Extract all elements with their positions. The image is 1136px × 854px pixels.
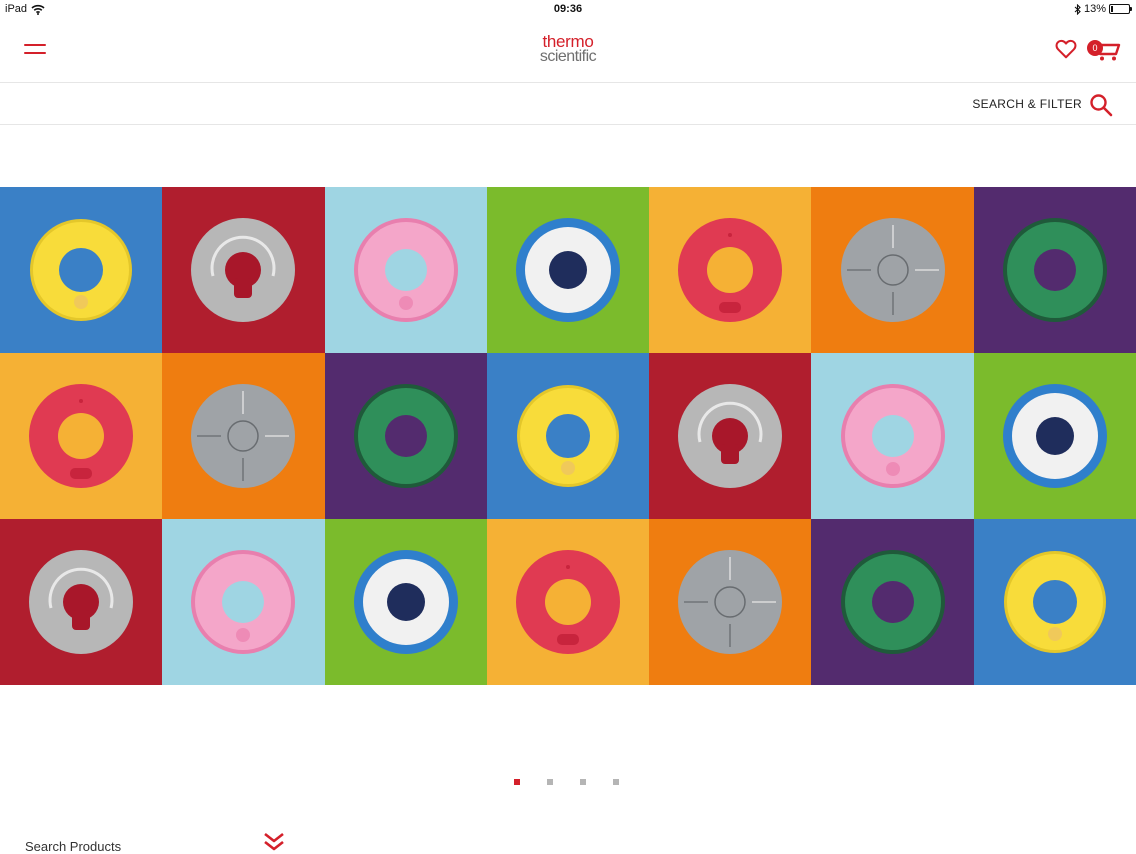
double-chevron-down-icon[interactable] <box>263 832 285 852</box>
app-header: thermo scientific 0 <box>0 20 1136 83</box>
disc-graphic <box>678 550 783 654</box>
heart-icon[interactable] <box>1055 38 1077 60</box>
status-bar: iPad 09:36 13% <box>0 0 1136 20</box>
hero-tile <box>0 353 163 519</box>
hero-tile <box>0 519 163 685</box>
carousel-dot[interactable] <box>613 779 619 785</box>
disc-graphic <box>515 550 620 654</box>
hero-tile <box>162 187 325 353</box>
battery-percent: 13% <box>1083 3 1106 15</box>
disc-graphic <box>1003 551 1106 653</box>
disc-graphic <box>353 218 458 322</box>
disc-graphic <box>29 550 134 654</box>
disc-graphic <box>840 550 945 654</box>
disc-graphic <box>678 218 783 322</box>
wifi-icon <box>31 4 45 15</box>
search-filter-bar: SEARCH & FILTER <box>0 83 1136 125</box>
disc-graphic <box>191 218 296 322</box>
hero-tile <box>811 353 974 519</box>
carousel-dot[interactable] <box>580 779 586 785</box>
hero-tile <box>973 519 1136 685</box>
battery-icon <box>1109 4 1132 14</box>
disc-graphic <box>678 384 783 488</box>
disc-graphic <box>840 384 945 488</box>
hero-tile <box>162 353 325 519</box>
brand-logo[interactable]: thermo scientific <box>0 32 1136 65</box>
device-name: iPad <box>5 3 28 15</box>
cart-count-badge: 0 <box>1087 40 1103 56</box>
disc-graphic <box>30 219 133 321</box>
hero-tile <box>162 519 325 685</box>
hero-tile <box>649 353 812 519</box>
disc-graphic <box>1002 384 1107 488</box>
carousel-dot[interactable] <box>514 779 520 785</box>
cart-button[interactable]: 0 <box>1087 36 1121 62</box>
hero-tile <box>324 519 487 685</box>
disc-graphic <box>29 384 134 488</box>
disc-graphic <box>840 218 945 322</box>
hero-tile <box>486 519 650 685</box>
hero-tile <box>973 353 1136 519</box>
hero-tile <box>811 519 974 685</box>
hero-tile <box>0 187 163 353</box>
bluetooth-icon <box>1074 3 1081 15</box>
hero-tile <box>811 187 974 353</box>
hero-tile <box>486 353 650 519</box>
hero-tile <box>486 187 650 353</box>
carousel-dot[interactable] <box>547 779 553 785</box>
hero-tile <box>324 187 487 353</box>
logo-line-2: scientific <box>539 48 597 65</box>
hero-banner[interactable] <box>0 187 1136 685</box>
status-left: iPad <box>5 3 45 15</box>
disc-graphic <box>353 550 458 654</box>
hero-tile <box>973 187 1136 353</box>
status-time: 09:36 <box>553 3 583 15</box>
disc-graphic <box>1002 218 1107 322</box>
disc-graphic <box>353 384 458 488</box>
hero-tile <box>649 187 812 353</box>
battery-fill <box>1111 6 1114 12</box>
status-right: 13% <box>1074 3 1132 15</box>
hero-tile <box>324 353 487 519</box>
search-icon[interactable] <box>1089 93 1113 117</box>
search-filter-label[interactable]: SEARCH & FILTER <box>972 97 1082 111</box>
disc-graphic <box>515 218 620 322</box>
logo-line-1: thermo <box>542 32 594 51</box>
carousel-dots <box>514 779 619 785</box>
disc-graphic <box>516 385 619 487</box>
disc-graphic <box>191 550 296 654</box>
disc-graphic <box>191 384 296 488</box>
hero-tile <box>649 519 812 685</box>
